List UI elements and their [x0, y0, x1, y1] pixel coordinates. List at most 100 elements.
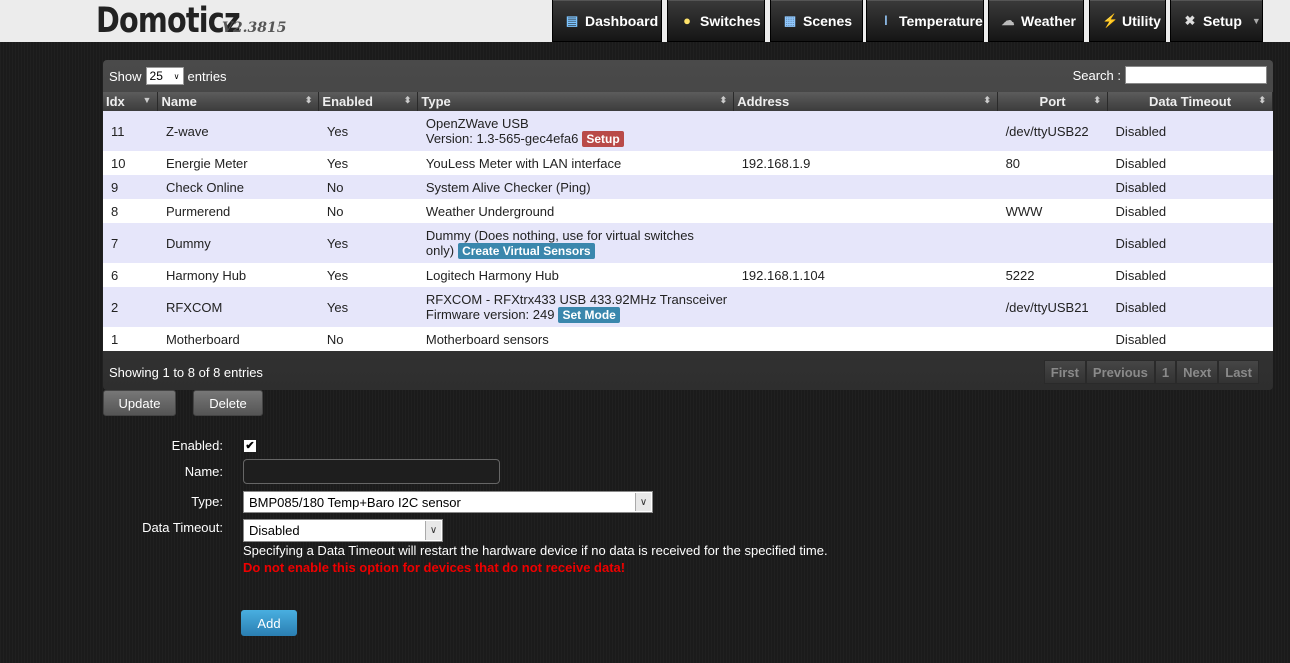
delete-button[interactable]: Delete — [193, 390, 263, 416]
nav-scenes[interactable]: ▦ Scenes — [770, 0, 863, 42]
cell-type: RFXCOM - RFXtrx433 USB 433.92MHz Transce… — [417, 287, 734, 327]
name-input[interactable] — [243, 459, 500, 484]
column-header-idx[interactable]: Idx ▼ — [103, 92, 159, 111]
type-subtext: Firmware version: 249 — [425, 306, 555, 322]
cell-data-timeout: Disabled — [1107, 287, 1273, 327]
column-header-address[interactable]: Address ⬍ — [733, 92, 999, 111]
nav-switches[interactable]: ● Switches — [667, 0, 765, 42]
chevron-down-icon: ∨ — [173, 71, 180, 81]
type-text: Dummy (Does nothing, use for virtual swi… — [425, 227, 694, 243]
column-header-data-timeout[interactable]: Data Timeout ⬍ — [1107, 92, 1273, 111]
nav-setup[interactable]: ✖ Setup ▼ — [1170, 0, 1263, 42]
column-header-name[interactable]: Name ⬍ — [157, 92, 320, 111]
cell-address — [733, 287, 998, 327]
top-bar: Domoticz V2.3815 ▤ Dashboard ● Switches … — [0, 0, 1290, 42]
table-row[interactable]: 1 Motherboard No Motherboard sensors Disable… — [103, 327, 1273, 351]
cell-idx: 6 — [103, 263, 158, 287]
cell-port: /dev/ttyUSB22 — [997, 111, 1108, 151]
cell-type: Weather Underground — [417, 199, 734, 223]
row-action-button[interactable]: Set Mode — [558, 306, 620, 323]
cell-address: 192.168.1.104 — [733, 263, 998, 287]
cell-port — [997, 223, 1108, 263]
nav-utility[interactable]: ⚡ Utility — [1089, 0, 1166, 42]
add-button[interactable]: Add — [241, 610, 297, 636]
tools-icon: ✖ — [1184, 12, 1196, 28]
data-timeout-select[interactable]: Disabled ∨ — [243, 519, 443, 542]
search-input[interactable] — [1125, 66, 1267, 84]
type-text: Logitech Harmony Hub — [425, 267, 559, 283]
table-search: Search : — [1073, 66, 1267, 84]
cell-enabled: No — [318, 175, 418, 199]
table-row[interactable]: 7 Dummy Yes Dummy (Does nothing, use for vi… — [103, 223, 1273, 263]
cell-enabled: No — [318, 327, 418, 351]
cell-type: Dummy (Does nothing, use for virtual swi… — [417, 223, 734, 263]
cell-type: Motherboard sensors — [417, 327, 734, 351]
cell-port: /dev/ttyUSB21 — [997, 287, 1108, 327]
cell-idx: 1 — [103, 327, 158, 351]
pager-first[interactable]: First — [1043, 360, 1086, 384]
cell-name: Motherboard — [157, 327, 319, 351]
cell-data-timeout: Disabled — [1107, 327, 1273, 351]
nav-dashboard[interactable]: ▤ Dashboard — [552, 0, 662, 42]
nav-weather[interactable]: ☁ Weather — [988, 0, 1084, 42]
column-header-type[interactable]: Type ⬍ — [417, 92, 735, 111]
thermometer-icon: ǀ — [884, 13, 888, 28]
cloud-icon: ☁ — [1001, 12, 1015, 28]
pager-last[interactable]: Last — [1218, 360, 1259, 384]
cell-port: WWW — [997, 199, 1108, 223]
table-row[interactable]: 10 Energie Meter Yes YouLess Meter with LAN… — [103, 151, 1273, 175]
cell-data-timeout: Disabled — [1107, 199, 1273, 223]
type-subtext: only) — [425, 242, 455, 258]
type-select[interactable]: BMP085/180 Temp+Baro I2C sensor ∨ — [243, 491, 653, 513]
cell-enabled: Yes — [318, 223, 418, 263]
lightbulb-icon: ● — [683, 13, 691, 28]
column-header-port[interactable]: Port ⬍ — [997, 92, 1109, 111]
cell-port: 80 — [997, 151, 1108, 175]
pager-page-1[interactable]: 1 — [1154, 360, 1177, 384]
table-row[interactable]: 6 Harmony Hub Yes Logitech Harmony Hub 192.1… — [103, 263, 1273, 287]
sort-icon: ⬍ — [719, 95, 728, 105]
cell-enabled: Yes — [318, 151, 418, 175]
cell-port — [997, 175, 1108, 199]
table-row[interactable]: 8 Purmerend No Weather Underground WWW Disabl… — [103, 199, 1273, 223]
cell-address — [733, 199, 998, 223]
type-select-value: BMP085/180 Temp+Baro I2C sensor — [249, 494, 461, 510]
sort-icon: ⬍ — [304, 95, 313, 105]
table-row[interactable]: 11 Z-wave Yes OpenZWave USB Version: 1.3-565… — [103, 111, 1273, 151]
cell-port: 5222 — [997, 263, 1108, 287]
nav-temperature[interactable]: ǀ Temperature — [866, 0, 984, 42]
page-length-select[interactable]: 25 ∨ — [145, 67, 184, 85]
app-logo[interactable]: Domoticz — [96, 0, 241, 42]
page-length-control: Show 25 ∨ entries — [109, 67, 227, 85]
pager-next[interactable]: Next — [1176, 360, 1219, 384]
data-timeout-warning: Do not enable this option for devices th… — [243, 560, 626, 575]
data-timeout-value: Disabled — [249, 523, 300, 538]
nav-label: Switches — [700, 12, 761, 29]
table-row[interactable]: 2 RFXCOM Yes RFXCOM - RFXtrx433 USB 433.92M… — [103, 287, 1273, 327]
type-label: Type: — [191, 494, 223, 509]
update-button[interactable]: Update — [103, 390, 176, 416]
cell-idx: 11 — [103, 111, 158, 151]
name-label: Name: — [184, 464, 223, 479]
table-info: Showing 1 to 8 of 8 entries — [109, 365, 263, 380]
table-row[interactable]: 9 Check Online No System Alive Checker (Pin… — [103, 175, 1273, 199]
nav-label: Temperature — [899, 12, 983, 29]
row-action-button[interactable]: Setup — [582, 130, 624, 147]
cell-type: YouLess Meter with LAN interface — [417, 151, 734, 175]
cell-data-timeout: Disabled — [1107, 111, 1273, 151]
chevron-down-icon: ∨ — [635, 493, 651, 511]
cell-type: System Alive Checker (Ping) — [417, 175, 734, 199]
sort-icon: ⬍ — [1258, 95, 1266, 105]
chevron-down-icon: ∨ — [425, 521, 441, 540]
app-version: V2.3815 — [222, 20, 287, 36]
cell-address — [733, 111, 998, 151]
chevron-down-icon: ▼ — [1251, 15, 1261, 26]
cell-data-timeout: Disabled — [1107, 223, 1273, 263]
enabled-label: Enabled: — [171, 438, 223, 453]
column-header-enabled[interactable]: Enabled ⬍ — [318, 92, 419, 111]
cell-enabled: Yes — [318, 111, 418, 151]
cell-idx: 2 — [103, 287, 158, 327]
pager-previous[interactable]: Previous — [1085, 360, 1155, 384]
enabled-checkbox[interactable]: ✔ — [244, 440, 256, 452]
row-action-button[interactable]: Create Virtual Sensors — [458, 242, 595, 259]
